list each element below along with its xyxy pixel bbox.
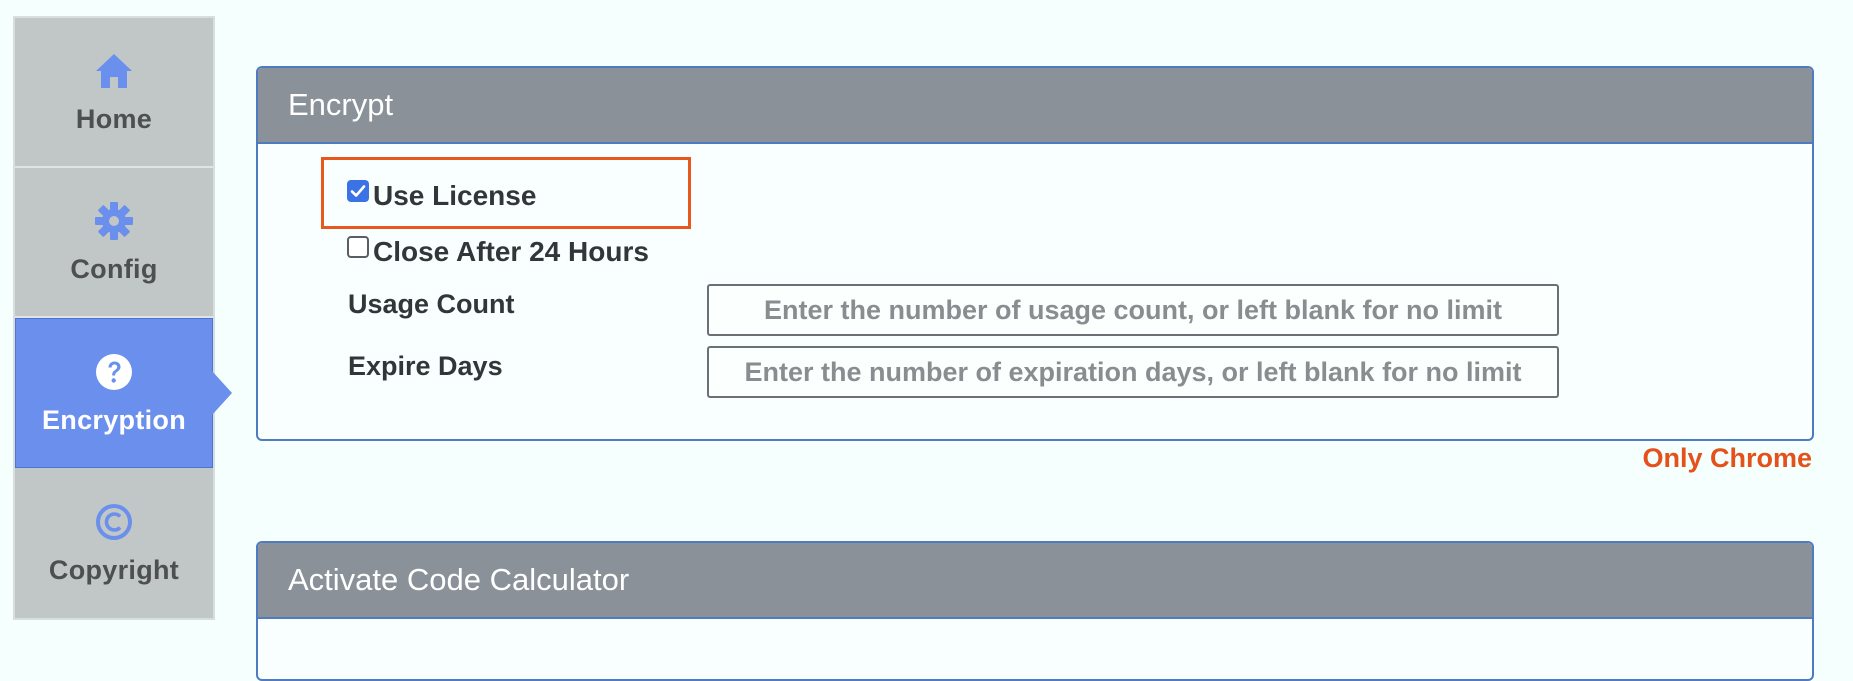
expire-days-input[interactable]	[707, 346, 1559, 398]
activate-code-panel: Activate Code Calculator	[256, 541, 1814, 681]
sidebar-item-config[interactable]: Config	[15, 168, 213, 318]
panel-title: Encrypt	[258, 68, 1812, 144]
only-chrome-note: Only Chrome	[1642, 443, 1812, 473]
sidebar-item-encryption[interactable]: Encryption	[15, 318, 232, 468]
sidebar: Home Config Encryption Copyright	[13, 16, 232, 620]
gear-icon	[93, 200, 135, 242]
sidebar-item-label: Home	[75, 103, 153, 134]
sidebar-item-label: Config	[70, 253, 158, 284]
sidebar-item-label: Encryption	[41, 404, 186, 435]
close-after-label: Close After 24 Hours	[373, 236, 649, 267]
close-after-checkbox[interactable]	[347, 236, 369, 258]
use-license-option[interactable]: Use License	[347, 180, 536, 212]
panel-title: Activate Code Calculator	[258, 543, 1812, 619]
copyright-icon	[93, 501, 135, 543]
usage-count-input[interactable]	[707, 284, 1559, 336]
use-license-label: Use License	[373, 180, 537, 211]
sidebar-item-copyright[interactable]: Copyright	[15, 468, 213, 618]
sidebar-item-home[interactable]: Home	[15, 18, 213, 168]
sidebar-item-label: Copyright	[48, 554, 180, 585]
close-after-option[interactable]: Close After 24 Hours	[347, 236, 649, 268]
use-license-checkbox[interactable]	[347, 180, 369, 202]
checkmark-icon	[350, 185, 366, 197]
usage-count-label: Usage Count	[348, 289, 515, 319]
home-icon	[93, 50, 135, 92]
expire-days-label: Expire Days	[348, 351, 503, 381]
question-circle-icon	[93, 351, 135, 393]
